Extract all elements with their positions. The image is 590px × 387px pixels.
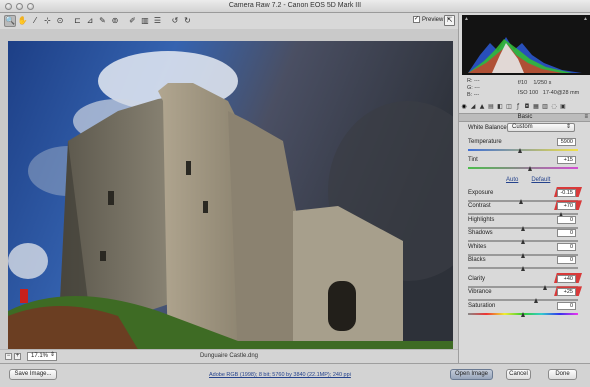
preview-label: Preview	[422, 16, 444, 23]
slider-thumb[interactable]	[528, 166, 533, 171]
basic-tab-icon[interactable]: ◉	[461, 104, 467, 110]
zoom-icon[interactable]: 🔍	[4, 15, 16, 27]
adjustment-brush-icon[interactable]: ✐	[127, 15, 139, 27]
chevron-down-icon: ⇕	[565, 124, 571, 130]
status-bar: − + 17.1% ⇕ Dunguaire Castle.dng	[0, 349, 458, 363]
auto-link[interactable]: Auto	[506, 177, 518, 183]
lens-corrections-tab-icon[interactable]: ◫	[506, 104, 512, 110]
slider-value-field[interactable]: 0	[557, 215, 576, 224]
camera-metadata: R: --- G: --- B: --- f/10 1/250 s ISO 10…	[464, 77, 589, 103]
slider-track[interactable]	[468, 167, 578, 169]
straighten-icon[interactable]: ⊿	[84, 15, 96, 27]
preview-toggle[interactable]: ✓ Preview	[413, 16, 443, 23]
hsl-tab-icon[interactable]: ▤	[488, 104, 494, 110]
slider-value-field[interactable]: 0	[557, 256, 576, 264]
slider-label: Saturation	[468, 302, 496, 309]
photo-preview[interactable]	[8, 41, 453, 366]
slider-temperature: Temperature 5900	[468, 138, 580, 158]
preview-area	[0, 29, 458, 366]
slider-value-field[interactable]: +40	[557, 275, 576, 283]
histogram-graph	[468, 37, 582, 73]
rgb-b-readout: B: ---	[467, 92, 480, 98]
focal-length: 17-40@28 mm	[542, 90, 580, 96]
cancel-button[interactable]: Cancel	[506, 369, 531, 380]
slider-value-field[interactable]: +70	[557, 202, 576, 211]
iso: ISO 100	[518, 90, 539, 96]
slider-tint: Tint +15	[468, 156, 580, 176]
window-title: Camera Raw 7.2 - Canon EOS 5D Mark III	[228, 2, 362, 9]
slider-value-field[interactable]: 5900	[557, 138, 576, 146]
panel-tabs: ◉ ◢ ▲ ▤ ◧ ◫ ƒ ◘ ▦ ▥ ◌ ▣	[459, 104, 590, 113]
slider-label: Blacks	[468, 257, 486, 263]
open-preferences-icon[interactable]: ☰	[152, 15, 164, 27]
slider-label: Shadows	[468, 230, 493, 237]
slider-label: Clarity	[468, 276, 486, 282]
white-balance-value: Custom	[512, 124, 533, 130]
graduated-filter-icon[interactable]: ▥	[139, 15, 151, 27]
settings-tab-icon[interactable]: ◌	[551, 104, 557, 110]
white-balance-select[interactable]: Custom ⇕	[507, 123, 575, 132]
slider-value-field[interactable]: 0	[557, 242, 576, 251]
highlight-clipping-warning-icon[interactable]: ▲	[583, 17, 588, 22]
footer-bar: Save Image... Adobe RGB (1998); 8 bit; 5…	[0, 363, 590, 387]
presets-tab-icon[interactable]: ▦	[533, 104, 539, 110]
camera-calibration-tab-icon[interactable]: ◘	[524, 104, 530, 110]
save-image-button[interactable]: Save Image...	[9, 369, 57, 380]
panel-title: Basic	[517, 114, 533, 120]
color-sampler-icon[interactable]: ⊹	[42, 15, 54, 27]
white-balance-label: White Balance:	[468, 125, 509, 131]
split-toning-tab-icon[interactable]: ◧	[497, 104, 503, 110]
effects-tab-icon[interactable]: ƒ	[515, 104, 521, 110]
shutter-speed: 1/250 s	[533, 80, 552, 86]
panel-header: Basic ≡	[459, 113, 590, 122]
preview-checkbox[interactable]: ✓	[413, 16, 420, 23]
spot-removal-icon[interactable]: ✎	[97, 15, 109, 27]
rotate-right-icon[interactable]: ↻	[182, 15, 194, 27]
slider-track[interactable]	[468, 149, 578, 151]
slider-saturation: Saturation 0	[468, 301, 580, 322]
slider-value-field[interactable]: 0	[557, 229, 576, 238]
rotate-left-icon[interactable]: ↺	[169, 15, 181, 27]
crop-icon[interactable]: ⊏	[72, 15, 84, 27]
slider-label: Highlights	[468, 216, 495, 223]
fullscreen-icon[interactable]: ⇱	[444, 15, 455, 26]
tool-strip: 🔍 ✋ ⁄ ⊹ ⊙ ⊏ ⊿ ✎ ⊚ ✐ ▥ ☰ ↺ ↻	[4, 15, 194, 27]
workflow-options-link[interactable]: Adobe RGB (1998); 8 bit; 5760 by 3840 (2…	[209, 372, 351, 378]
detail-tab-icon[interactable]: ▲	[479, 104, 485, 110]
hand-icon[interactable]: ✋	[17, 15, 29, 27]
slider-value-field[interactable]: 0	[557, 301, 576, 310]
panel-menu-icon[interactable]: ≡	[584, 114, 588, 121]
slider-thumb[interactable]	[520, 266, 525, 271]
slider-thumb[interactable]	[518, 148, 523, 153]
castle-photo	[8, 41, 453, 366]
tone-curve-tab-icon[interactable]: ◢	[470, 104, 476, 110]
slider-value-field[interactable]: -0.15	[557, 189, 576, 197]
right-panel: ▲ ▲ R: --- G: --- B: --- f/10 1/250 s IS…	[458, 13, 590, 363]
slider-thumb[interactable]	[520, 311, 525, 317]
more-tab-icon[interactable]: ▣	[560, 104, 566, 110]
histogram: ▲ ▲	[462, 15, 590, 75]
title-bar: Camera Raw 7.2 - Canon EOS 5D Mark III	[0, 0, 590, 13]
snapshots-tab-icon[interactable]: ▥	[542, 104, 548, 110]
targeted-adjustment-icon[interactable]: ⊙	[54, 15, 66, 27]
slider-label: Whites	[468, 243, 487, 250]
rgb-r-readout: R: ---	[467, 78, 480, 84]
white-balance-icon[interactable]: ⁄	[29, 15, 41, 27]
shadow-clipping-warning-icon[interactable]: ▲	[464, 17, 469, 22]
red-eye-icon[interactable]: ⊚	[109, 15, 121, 27]
aperture: f/10	[518, 80, 528, 86]
slider-label: Temperature	[468, 139, 502, 145]
open-image-button[interactable]: Open Image	[450, 369, 493, 380]
slider-label: Contrast	[468, 203, 491, 210]
toolbar: 🔍 ✋ ⁄ ⊹ ⊙ ⊏ ⊿ ✎ ⊚ ✐ ▥ ☰ ↺ ↻ ✓ Preview ⇱	[0, 13, 458, 29]
file-name: Dunguaire Castle.dng	[199, 353, 259, 359]
slider-label: Vibrance	[468, 289, 492, 296]
slider-label: Exposure	[468, 190, 494, 196]
default-link[interactable]: Default	[531, 177, 550, 183]
slider-value-field[interactable]: +15	[557, 156, 576, 164]
done-button[interactable]: Done	[548, 369, 577, 380]
slider-label: Tint	[468, 157, 478, 163]
rgb-g-readout: G: ---	[467, 85, 480, 91]
slider-value-field[interactable]: +25	[557, 288, 576, 297]
